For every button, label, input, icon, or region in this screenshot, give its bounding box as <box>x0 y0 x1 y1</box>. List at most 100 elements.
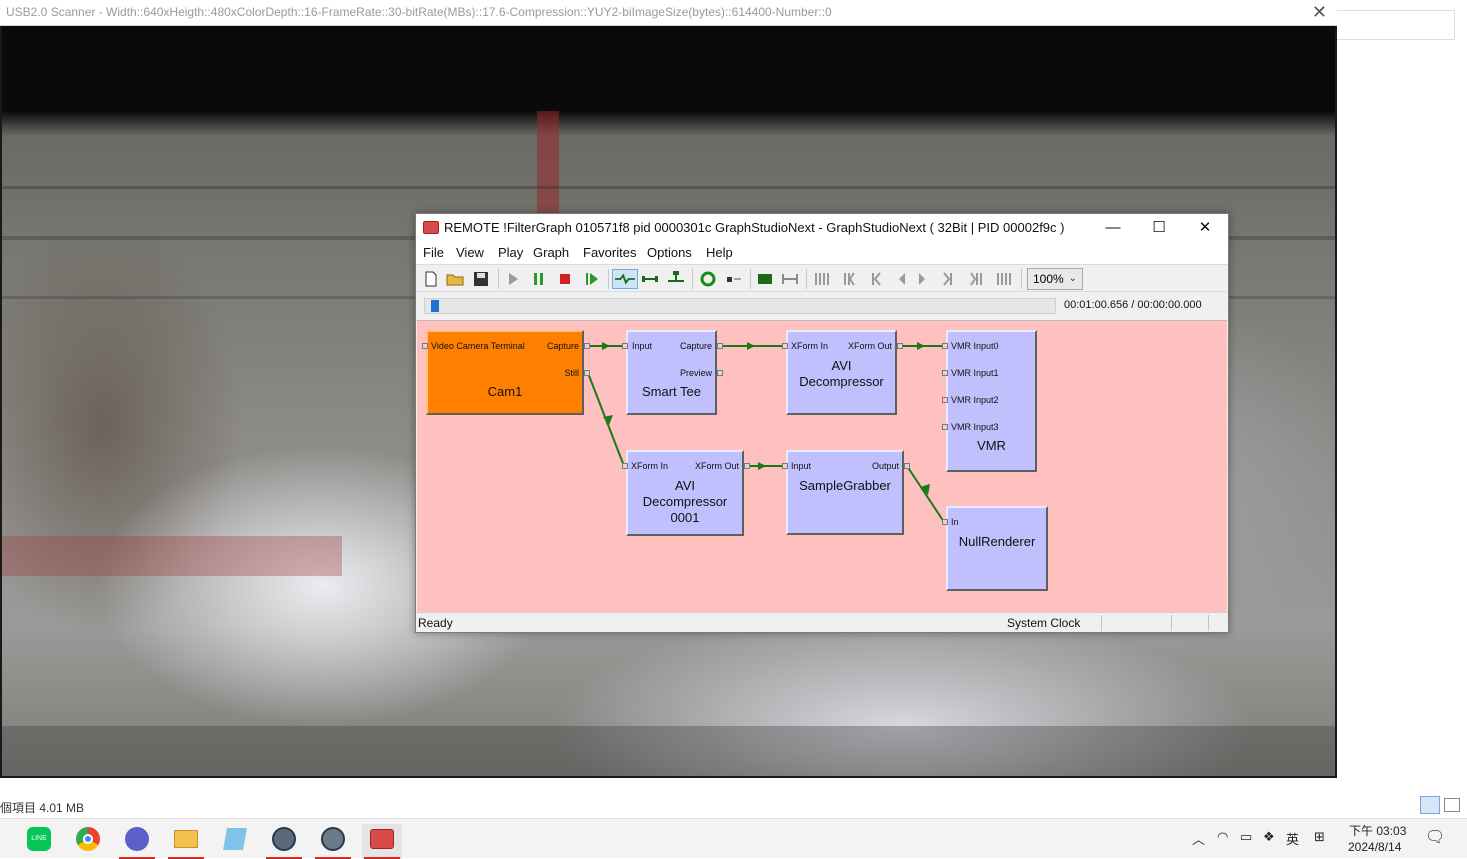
show-hidden-icons-icon[interactable]: ︿ <box>1192 829 1205 848</box>
play-icon[interactable] <box>503 269 523 289</box>
pin-capture[interactable]: Capture <box>547 341 579 351</box>
filter-cam1[interactable]: Video Camera Terminal Capture Still Cam1 <box>426 330 584 415</box>
ime-mode-icon[interactable]: ⊞ <box>1314 829 1325 845</box>
filter-smart-tee[interactable]: Input Capture Preview Smart Tee <box>626 330 717 415</box>
ime-language[interactable]: 英 <box>1286 829 1299 848</box>
scanner-titlebar[interactable]: USB2.0 Scanner - Width::640xHeigth::480x… <box>0 0 1337 26</box>
filter-avi-decompressor-0001[interactable]: XForm In XForm Out AVI Decompressor 0001 <box>626 450 744 536</box>
seek-forward-fast-icon[interactable] <box>966 269 986 289</box>
time-readout: 00:01:00.656 / 00:00:00.000 <box>1064 299 1202 311</box>
close-button[interactable]: ✕ <box>1182 214 1228 242</box>
app-icon[interactable] <box>264 824 304 859</box>
seek-thumb[interactable] <box>431 300 439 312</box>
step-icon[interactable] <box>582 269 602 289</box>
battery-icon[interactable]: ▭ <box>1240 829 1252 845</box>
pin-xform-in[interactable]: XForm In <box>791 341 828 351</box>
frame-back-icon[interactable] <box>892 269 912 289</box>
menu-graph[interactable]: Graph <box>533 245 569 260</box>
wifi-icon[interactable]: ◠ <box>1217 829 1228 845</box>
filter-avi-decompressor[interactable]: XForm In XForm Out AVI Decompressor <box>786 330 897 415</box>
save-icon[interactable] <box>471 269 491 289</box>
explorer-item-info: 個項目 4.01 MB <box>0 801 85 815</box>
pin-vmr-input2[interactable]: VMR Input2 <box>951 395 999 405</box>
explorer-status-bar: 個項目 4.01 MB <box>0 778 1467 818</box>
menu-play[interactable]: Play <box>498 245 523 260</box>
gsn-titlebar[interactable]: REMOTE !FilterGraph 010571f8 pid 0000301… <box>416 214 1228 242</box>
frame-icon[interactable] <box>755 269 775 289</box>
connection-samplegrabber-nullrenderer <box>906 465 945 523</box>
menu-favorites[interactable]: Favorites <box>583 245 636 260</box>
graph-canvas[interactable]: Video Camera Terminal Capture Still Cam1… <box>417 320 1227 612</box>
app-icon-2[interactable] <box>313 824 353 859</box>
pin-vmr-input3[interactable]: VMR Input3 <box>951 422 999 432</box>
clock-date[interactable]: 2024/8/14 <box>1348 840 1401 854</box>
pin-output[interactable]: Output <box>872 461 899 471</box>
notepad-icon[interactable] <box>215 824 255 859</box>
open-icon[interactable] <box>445 269 465 289</box>
maximize-button[interactable]: ☐ <box>1136 214 1182 242</box>
chrome-icon[interactable] <box>68 824 108 859</box>
pin-preview[interactable]: Preview <box>680 368 712 378</box>
seek-end-icon[interactable] <box>994 269 1014 289</box>
pin-input[interactable]: Input <box>791 461 811 471</box>
fullscreen-icon[interactable] <box>780 269 800 289</box>
filter-nullrenderer[interactable]: In NullRenderer <box>946 506 1048 591</box>
pin-box <box>744 463 750 469</box>
filter-name-line2: Decompressor <box>642 494 728 509</box>
new-icon[interactable] <box>421 269 441 289</box>
render-icon[interactable] <box>666 269 686 289</box>
notification-icon[interactable]: 🗨 <box>1425 827 1445 847</box>
menu-help[interactable]: Help <box>706 245 733 260</box>
filter-name: Cam1 <box>487 384 523 399</box>
filter-name: SampleGrabber <box>799 478 891 493</box>
pin-box <box>622 343 628 349</box>
pin-vmr-input0[interactable]: VMR Input0 <box>951 341 999 351</box>
seek-back-icon[interactable] <box>866 269 886 289</box>
disconnect-icon[interactable] <box>640 269 660 289</box>
zoom-select[interactable]: 100% ⌄ <box>1027 268 1083 290</box>
pin-input[interactable]: Input <box>632 341 652 351</box>
status-ready: Ready <box>418 616 453 630</box>
graphstudio-icon[interactable] <box>362 824 402 859</box>
connect-icon[interactable] <box>612 269 638 289</box>
pin-capture[interactable]: Capture <box>680 341 712 351</box>
seek-back-fast-icon[interactable] <box>840 269 860 289</box>
stop-icon[interactable] <box>555 269 575 289</box>
menu-view[interactable]: View <box>456 245 484 260</box>
filter-vmr[interactable]: VMR Input0 VMR Input1 VMR Input2 VMR Inp… <box>946 330 1037 472</box>
filter-samplegrabber[interactable]: Input Output SampleGrabber <box>786 450 904 535</box>
menu-bar: File View Play Graph Favorites Options H… <box>416 242 1228 264</box>
pin-box <box>422 343 428 349</box>
seek-icon[interactable] <box>724 269 744 289</box>
pin-xform-in[interactable]: XForm In <box>631 461 668 471</box>
status-bar: Ready System Clock <box>416 612 1228 632</box>
menu-options[interactable]: Options <box>647 245 692 260</box>
minimize-button[interactable]: — <box>1090 214 1136 242</box>
seek-forward-icon[interactable] <box>938 269 958 289</box>
pause-icon[interactable] <box>529 269 549 289</box>
teams-icon[interactable] <box>117 824 157 859</box>
seek-bar[interactable] <box>424 298 1056 314</box>
pin-in[interactable]: In <box>951 517 959 527</box>
pin-xform-out[interactable]: XForm Out <box>695 461 739 471</box>
refresh-icon[interactable] <box>698 269 718 289</box>
pin-xform-out[interactable]: XForm Out <box>848 341 892 351</box>
pin-box <box>942 519 948 525</box>
pin-box <box>584 343 590 349</box>
scanner-close-button[interactable]: ✕ <box>1312 2 1327 23</box>
dropbox-icon[interactable]: ❖ <box>1263 829 1275 845</box>
file-explorer-icon[interactable] <box>166 824 206 859</box>
clock-time[interactable]: 下午 03:03 <box>1349 822 1406 839</box>
details-view-button[interactable] <box>1420 796 1440 814</box>
seek-row: 00:01:00.656 / 00:00:00.000 <box>416 293 1228 319</box>
pin-vmr-input1[interactable]: VMR Input1 <box>951 368 999 378</box>
line-icon[interactable]: LINE <box>19 824 59 859</box>
pin-video-camera-terminal[interactable]: Video Camera Terminal <box>431 341 525 351</box>
frame-forward-icon[interactable] <box>912 269 932 289</box>
zoom-value: 100% <box>1033 272 1064 286</box>
tiles-view-button[interactable] <box>1444 798 1460 812</box>
search-box-edge[interactable] <box>1337 10 1455 40</box>
seek-start-icon[interactable] <box>812 269 832 289</box>
pin-still[interactable]: Still <box>564 368 579 378</box>
menu-file[interactable]: File <box>423 245 444 260</box>
